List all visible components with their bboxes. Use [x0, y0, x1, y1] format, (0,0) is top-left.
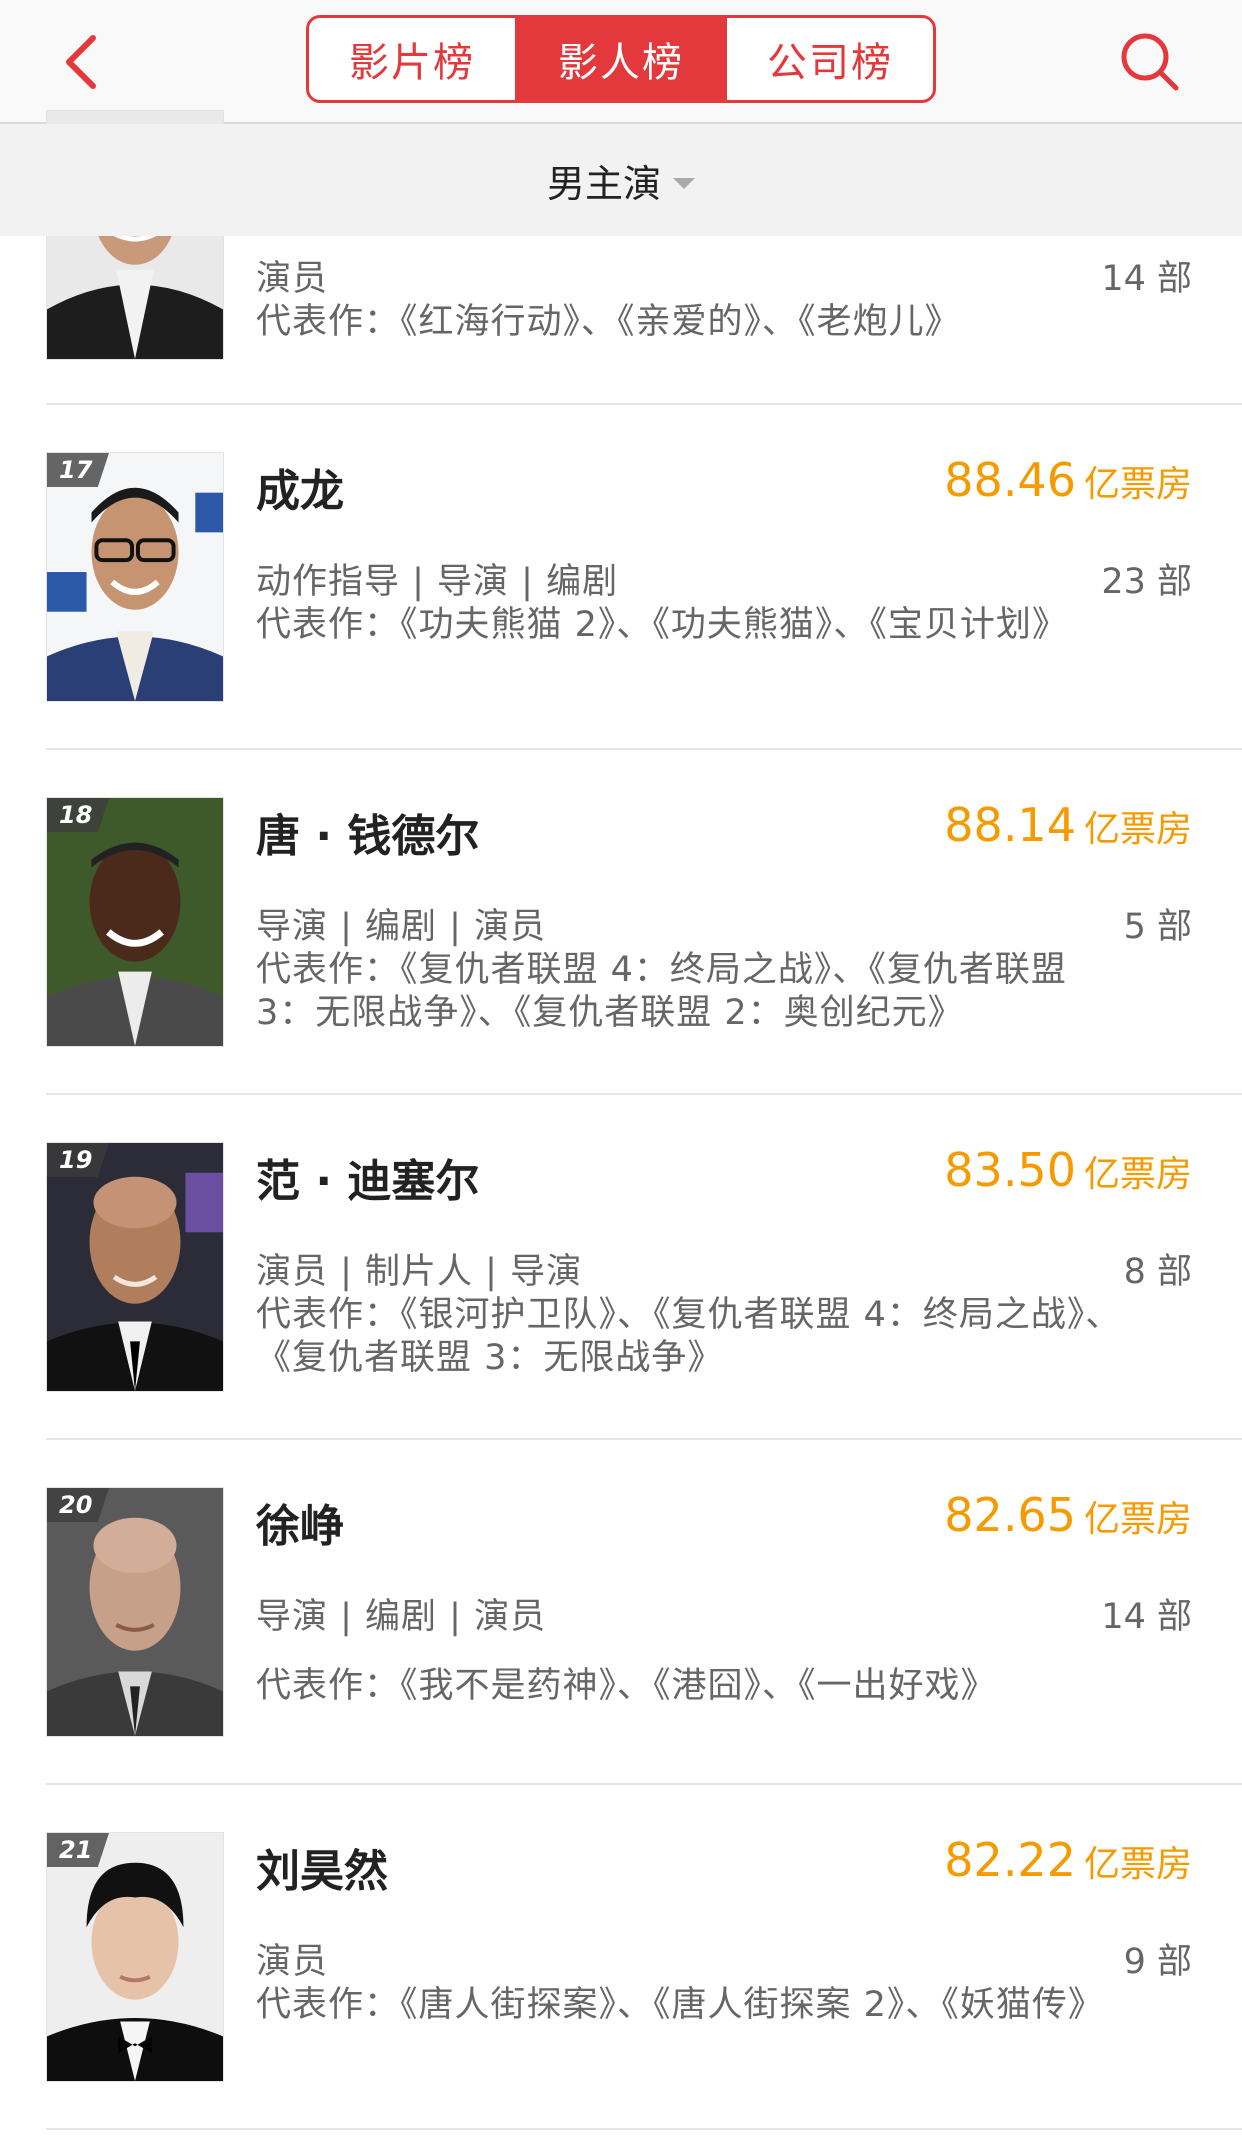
box-office-unit: 亿票房 — [1083, 809, 1192, 850]
list-item[interactable]: 19 范 · 迪塞尔 83.50 亿票房 演员 | 制片人 | 导演 8 部 代… — [0, 1095, 1242, 1440]
film-count: 5 部 — [1123, 907, 1192, 947]
person-roles: 演员 | 制片人 | 导演 — [256, 1252, 583, 1292]
row-divider — [46, 2128, 1242, 2130]
representative-works: 代表作：《复仇者联盟 4：终局之战》、《复仇者联盟 3：无限战争》、《复仇者联盟… — [256, 950, 1067, 1033]
box-office-value: 88.46 — [944, 453, 1076, 507]
box-office-value: 82.22 — [944, 1833, 1076, 1887]
top-nav-bar: 影片榜 影人榜 公司榜 — [0, 0, 1242, 124]
person-name: 徐峥 — [256, 1501, 344, 1552]
list-item[interactable]: 21 刘昊然 82.22 亿票房 演员 9 部 代表作：《唐人街探案》、《唐人街… — [0, 1785, 1242, 2130]
box-office: 88.46 亿票房 — [944, 453, 1192, 507]
tab-people-ranking[interactable]: 影人榜 — [515, 18, 724, 100]
representative-works: 代表作：《功夫熊猫 2》、《功夫熊猫》、《宝贝计划》 — [256, 605, 1068, 645]
film-count: 8 部 — [1123, 1252, 1192, 1292]
list-item[interactable]: 17 成龙 88.46 亿票房 动作指导 | 导演 | 编剧 23 部 代表作：… — [0, 405, 1242, 750]
box-office-unit: 亿票房 — [1083, 1154, 1192, 1195]
caret-down-icon[interactable] — [673, 177, 695, 189]
box-office-value: 88.14 — [944, 798, 1076, 852]
person-roles: 导演 | 编剧 | 演员 — [256, 907, 547, 947]
list-item[interactable]: 18 唐 · 钱德尔 88.14 亿票房 导演 | 编剧 | 演员 5 部 代表… — [0, 750, 1242, 1095]
box-office: 88.14 亿票房 — [944, 798, 1192, 852]
list-item[interactable]: 20 徐峥 82.65 亿票房 导演 | 编剧 | 演员 14 部 代表作：《我… — [0, 1440, 1242, 1785]
person-photo: 18 — [46, 797, 224, 1047]
person-name: 唐 · 钱德尔 — [256, 811, 480, 862]
box-office: 82.22 亿票房 — [944, 1833, 1192, 1887]
person-name: 范 · 迪塞尔 — [256, 1156, 480, 1207]
person-photo: 21 — [46, 1832, 224, 2082]
person-roles: 导演 | 编剧 | 演员 — [256, 1597, 547, 1637]
back-button[interactable] — [46, 22, 116, 102]
box-office-value: 82.65 — [944, 1488, 1076, 1542]
person-roles: 动作指导 | 导演 | 编剧 — [256, 562, 619, 602]
person-name: 成龙 — [256, 466, 344, 517]
person-photo: 20 — [46, 1487, 224, 1737]
film-count: 9 部 — [1123, 1942, 1192, 1982]
tab-film-ranking[interactable]: 影片榜 — [309, 18, 515, 100]
box-office-unit: 亿票房 — [1083, 1844, 1192, 1885]
person-photo: 17 — [46, 452, 224, 702]
box-office: 83.50 亿票房 — [944, 1143, 1192, 1197]
representative-works: 代表作：《我不是药神》、《港囧》、《一出好戏》 — [256, 1666, 997, 1706]
ranking-type-tabs: 影片榜 影人榜 公司榜 — [306, 15, 936, 103]
person-photo: 19 — [46, 1142, 224, 1392]
person-roles: 演员 — [256, 1942, 329, 1982]
film-count: 14 部 — [1101, 1597, 1192, 1637]
representative-works: 代表作：《银河护卫队》、《复仇者联盟 4：终局之战》、《复仇者联盟 3：无限战争… — [256, 1295, 1122, 1378]
box-office-unit: 亿票房 — [1083, 1499, 1192, 1540]
representative-works: 代表作：《红海行动》、《亲爱的》、《老炮儿》 — [256, 302, 961, 342]
representative-works: 代表作：《唐人街探案》、《唐人街探案 2》、《妖猫传》 — [256, 1985, 1104, 2025]
role-filter-bar: 男主演 — [0, 124, 1242, 236]
person-name: 刘昊然 — [256, 1846, 388, 1897]
search-button[interactable] — [1112, 22, 1188, 102]
role-filter-dropdown[interactable]: 男主演 — [547, 153, 661, 208]
box-office: 82.65 亿票房 — [944, 1488, 1192, 1542]
tab-company-ranking[interactable]: 公司榜 — [724, 18, 933, 100]
box-office-unit: 亿票房 — [1083, 464, 1192, 505]
box-office-value: 83.50 — [944, 1143, 1076, 1197]
film-count: 23 部 — [1101, 562, 1192, 602]
chevron-left-icon — [66, 35, 96, 89]
film-count: 14 部 — [1101, 259, 1192, 299]
person-roles: 演员 — [256, 259, 329, 299]
search-icon — [1121, 33, 1179, 91]
